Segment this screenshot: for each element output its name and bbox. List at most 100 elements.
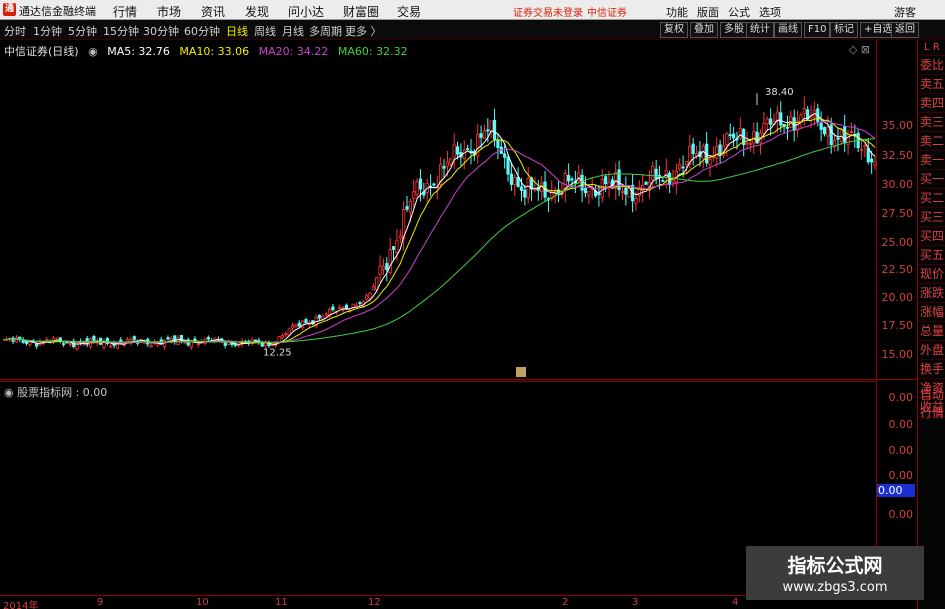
period-30min[interactable]: 30分钟 — [143, 23, 179, 39]
auto-quote-toggle[interactable]: 自动 行情 — [918, 386, 945, 422]
menu-item-banmian[interactable]: 版面 — [697, 4, 719, 20]
candle-body — [294, 324, 298, 328]
side-tab-weibi[interactable]: 委比 — [918, 56, 945, 75]
huaxian-button[interactable]: 画线 — [774, 22, 802, 38]
side-tab-buy4[interactable]: 买四 — [918, 227, 945, 246]
indicator-value: 股票指标网 : 0.00 — [17, 386, 108, 399]
time-label: 4 — [732, 597, 739, 608]
candle-body — [482, 130, 487, 139]
price-tick: 25.00 — [881, 236, 914, 249]
biaoji-button[interactable]: 标记 — [830, 22, 858, 38]
side-tab-waipan[interactable]: 外盘 — [918, 341, 945, 360]
tongji-button[interactable]: 统计 — [746, 22, 774, 38]
ma10-label: MA10: 33.06 — [179, 45, 250, 58]
candle-body — [408, 200, 412, 213]
f10-button[interactable]: F10 — [804, 22, 831, 38]
candle-body — [479, 133, 483, 138]
candle-body — [843, 126, 847, 143]
ma60-label: MA60: 32.32 — [337, 45, 408, 58]
period-60min[interactable]: 60分钟 — [184, 23, 220, 39]
candle-body — [509, 173, 513, 185]
candle-body — [597, 192, 601, 196]
duogu-button[interactable]: 多股 — [720, 22, 748, 38]
side-tab-maiyi[interactable]: 卖一 — [918, 151, 945, 170]
candle-body — [284, 333, 288, 336]
candle-body — [506, 156, 510, 175]
app-title: 通达信金融终端 — [19, 5, 96, 18]
time-label: 12 — [368, 597, 381, 608]
period-5min[interactable]: 5分钟 — [68, 23, 97, 39]
legend-toggle-icon[interactable]: ◉ — [88, 45, 98, 58]
indicator-tick: 0.00 — [888, 469, 914, 482]
indicator-tick: 0.00 — [888, 508, 914, 521]
candle-body — [381, 266, 386, 270]
candle-body — [671, 179, 675, 183]
side-tab-buy2[interactable]: 买二 — [918, 189, 945, 208]
side-tab-maisan[interactable]: 卖三 — [918, 113, 945, 132]
candle-body — [270, 344, 274, 347]
period-multi[interactable]: 多周期 — [309, 23, 342, 39]
side-tab-zhangdie[interactable]: 涨跌 — [918, 284, 945, 303]
period-monthly[interactable]: 月线 — [282, 23, 304, 39]
price-tick: 17.50 — [881, 319, 914, 332]
high-marker-label: 38.40 — [765, 87, 794, 98]
period-1min[interactable]: 1分钟 — [33, 23, 62, 39]
menu-item-youke[interactable]: 游客 — [894, 4, 916, 20]
time-label: 9 — [97, 597, 104, 608]
chart-settings-icon[interactable]: ◇ ⊠ — [849, 43, 870, 56]
candle-body — [624, 187, 628, 195]
menu-item-hangqing[interactable]: 行情 — [113, 3, 137, 20]
kline-canvas[interactable]: 38.40 12.25 — [0, 40, 877, 380]
side-tab-maiwu[interactable]: 卖五 — [918, 75, 945, 94]
period-15min[interactable]: 15分钟 — [103, 23, 139, 39]
broker-name[interactable]: 中信证券 — [587, 4, 627, 19]
side-top-lr[interactable]: L R — [918, 40, 945, 56]
candle-body — [859, 149, 864, 152]
candle-body — [196, 343, 200, 346]
candle-body — [109, 345, 113, 348]
stock-title: 中信证券(日线) — [4, 45, 79, 58]
side-tab-zongliang[interactable]: 总量 — [918, 322, 945, 341]
menu-item-faxian[interactable]: 发现 — [245, 3, 269, 20]
candle-body — [405, 206, 409, 210]
period-fenshi[interactable]: 分时 — [4, 23, 26, 39]
candle-body — [863, 145, 867, 148]
candle-body — [166, 337, 170, 340]
side-tab-xianjia[interactable]: 现价 — [918, 265, 945, 284]
diejia-button[interactable]: 叠加 — [690, 22, 718, 38]
indicator-toggle-icon[interactable]: ◉ — [4, 386, 14, 399]
kline-chart[interactable]: 38.40 12.25 中信证券(日线) ◉ MA5: 32.76 MA10: 3… — [0, 40, 877, 380]
watermark-url: www.zbgs3.com — [782, 580, 888, 595]
fuquan-button[interactable]: 复权 — [660, 22, 688, 38]
menu-item-gongshi[interactable]: 公式 — [728, 4, 750, 20]
side-tab-maier[interactable]: 卖二 — [918, 132, 945, 151]
side-tab-buy5[interactable]: 买五 — [918, 246, 945, 265]
period-more[interactable]: 更多 〉 — [345, 23, 382, 39]
period-daily[interactable]: 日线 — [226, 23, 248, 39]
menu-item-xuanxiang[interactable]: 选项 — [759, 4, 781, 20]
side-tab-maisi[interactable]: 卖四 — [918, 94, 945, 113]
period-weekly[interactable]: 周线 — [254, 23, 276, 39]
side-tab-huanshou[interactable]: 换手 — [918, 360, 945, 379]
side-tab-buy1[interactable]: 买一 — [918, 170, 945, 189]
trade-login-status[interactable]: 证券交易未登录 — [513, 4, 583, 19]
menu-item-zixun[interactable]: 资讯 — [201, 3, 225, 20]
back-button[interactable]: 返回 — [891, 22, 919, 38]
candle-body — [769, 118, 773, 125]
candle-body — [779, 112, 783, 126]
menu-item-caifuquan[interactable]: 财富圈 — [343, 3, 379, 20]
menu-item-gongneng[interactable]: 功能 — [666, 4, 688, 20]
candle-body — [620, 190, 625, 194]
side-tab-buy3[interactable]: 买三 — [918, 208, 945, 227]
menu-item-wenxiaoda[interactable]: 问小达 — [288, 3, 324, 20]
side-tab-zhangfu[interactable]: 涨幅 — [918, 303, 945, 322]
candle-body — [418, 178, 423, 190]
candle-body — [35, 343, 39, 347]
candle-body — [745, 142, 749, 145]
menu-item-shichang[interactable]: 市场 — [157, 3, 181, 20]
candle-body — [849, 131, 854, 133]
menu-item-jiaoyi[interactable]: 交易 — [397, 3, 421, 20]
news-marker-icon[interactable] — [516, 367, 526, 377]
candle-body — [280, 335, 285, 338]
candle-body — [604, 176, 608, 185]
